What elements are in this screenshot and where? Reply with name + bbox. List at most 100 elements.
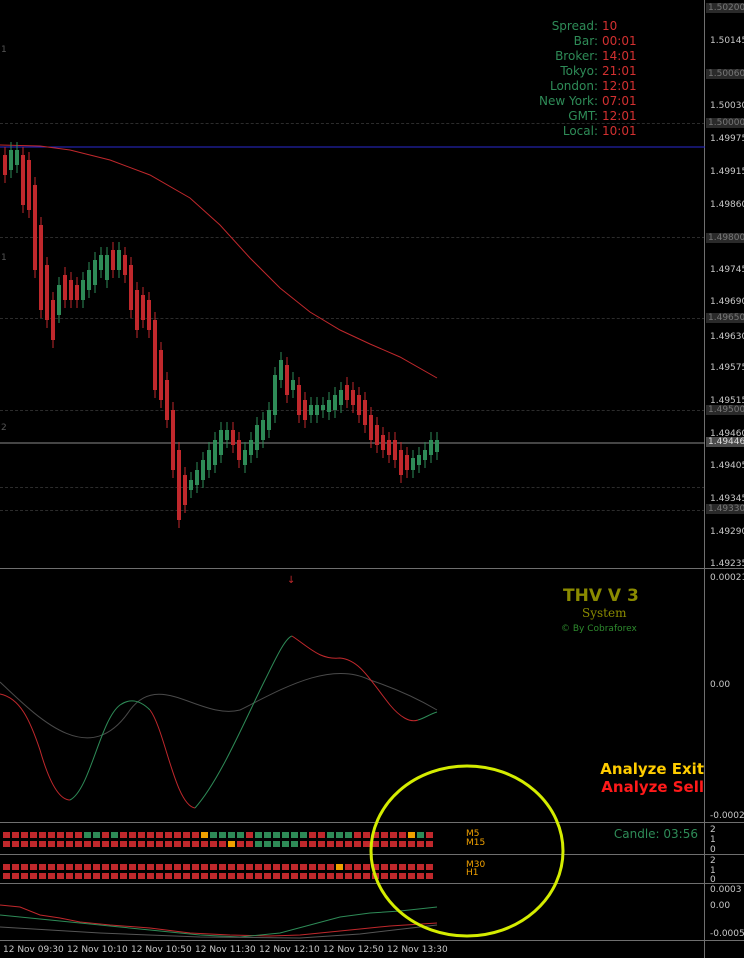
status-square [48,841,55,847]
info-key: London: [549,79,598,93]
info-key: Spread: [551,19,598,33]
status-square [111,841,118,847]
status-square [390,832,397,838]
status-square [363,832,370,838]
time-axis-label: 12 Nov 12:10 [259,945,320,955]
candle-body [57,285,61,315]
status-square [381,864,388,870]
status-square [66,873,73,879]
status-square [102,864,109,870]
bottom-scale-label: 0.00 [710,901,731,911]
status-square [30,864,37,870]
status-square [138,832,145,838]
status-square [336,832,343,838]
status-square [336,841,343,847]
status-square [12,841,19,847]
pane-divider[interactable] [0,568,744,569]
price-scale-label: 1.49650 [706,313,744,323]
price-scale-label: 1.49575 [710,363,744,373]
status-square [75,832,82,838]
status-square [93,864,100,870]
status-square [21,864,28,870]
info-panel: Spread: 10 Bar: 00:01 Broker: 14:01 Tokyo: 2… [539,19,660,139]
status-square [390,841,397,847]
status-square [318,864,325,870]
status-square [426,864,433,870]
price-scale-label: 1.50200 [706,3,744,13]
pane-divider[interactable] [0,854,744,855]
status-square [246,864,253,870]
candle-body [327,400,331,412]
info-key: Broker: [555,49,598,63]
status-square [327,873,334,879]
status-square [417,832,424,838]
status-square [75,864,82,870]
status-square [354,841,361,847]
status-square [147,873,154,879]
status-square [336,873,343,879]
status-square [309,873,316,879]
status-square [264,832,271,838]
status-square [3,873,10,879]
candle-body [123,255,127,275]
status-square [300,864,307,870]
price-scale-label: 1.49405 [710,461,744,471]
status-square [408,873,415,879]
oscillator-line-bear [0,693,71,801]
status-square [327,841,334,847]
left-mark: 1 [1,253,7,263]
status-square [147,832,154,838]
status-square [408,864,415,870]
info-value: 12:01 [602,79,637,93]
status-square [12,832,19,838]
status-square [309,841,316,847]
candle-body [207,450,211,470]
status-square [345,832,352,838]
price-scale-label: 1.49975 [710,134,744,144]
pane-divider[interactable] [0,822,744,823]
status-square [228,864,235,870]
status-square [408,841,415,847]
status-square [48,864,55,870]
candle-body [171,410,175,470]
status-square [192,864,199,870]
candle-body [117,250,121,270]
status-square [417,864,424,870]
candle-body [69,280,73,300]
pane-divider[interactable] [0,883,744,884]
status-square [57,864,64,870]
status-square [264,873,271,879]
timeframe-bars-pane-1[interactable] [0,824,705,853]
status-square [48,873,55,879]
status-square [39,873,46,879]
info-value: 21:01 [602,64,637,78]
status-square [309,832,316,838]
thv-credit: © By Cobraforex [561,624,637,634]
info-key: Bar: [573,34,598,48]
candle-body [159,350,163,400]
status-square [363,873,370,879]
status-square [156,864,163,870]
info-value: 14:01 [602,49,637,63]
status-square [30,873,37,879]
candle-body [105,255,109,280]
status-square [237,832,244,838]
status-square [3,832,10,838]
candle-body [315,405,319,415]
status-square [300,873,307,879]
candle-timer: Candle: 03:56 [613,827,698,841]
status-square [210,841,217,847]
status-square [12,873,19,879]
status-square [246,832,253,838]
price-scale-label: 1.49745 [710,265,744,275]
status-square [264,864,271,870]
price-scale[interactable] [705,0,744,568]
time-axis-label: 12 Nov 13:30 [387,945,448,955]
status-square [354,832,361,838]
status-square [147,841,154,847]
status-square [129,832,136,838]
status-square [282,873,289,879]
status-square [228,873,235,879]
indicator-scale-label: 0.000214 [710,573,744,583]
status-square [399,832,406,838]
